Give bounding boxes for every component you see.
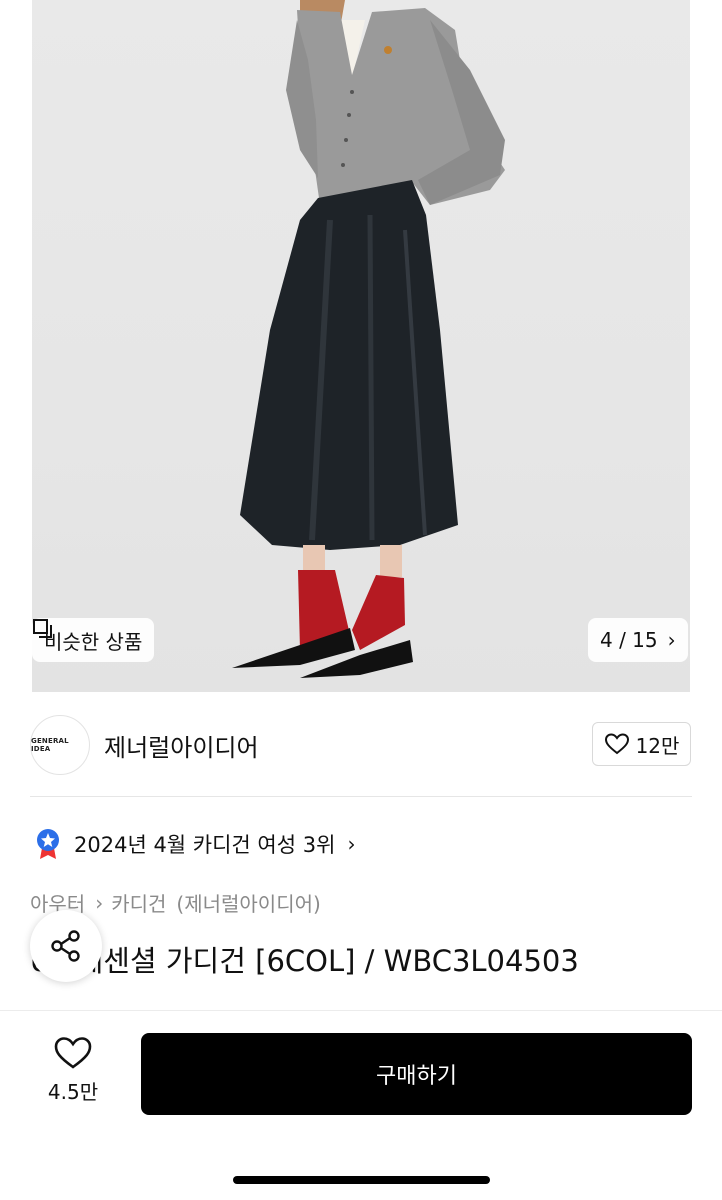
share-button[interactable] — [30, 910, 102, 982]
star-badge-icon — [37, 829, 59, 859]
ranking-text: 2024년 4월 카디건 여성 3위 — [74, 833, 336, 857]
share-icon — [51, 930, 80, 962]
brand-like-count: 12만 — [635, 733, 680, 758]
product-title-text: L 에센셜 가디건 [6COL] / WBC3L04503 — [51, 944, 579, 978]
breadcrumb-subcategory[interactable]: 카디건 — [111, 888, 166, 917]
divider — [30, 796, 692, 797]
chevron-right-icon: › — [347, 832, 356, 856]
bottom-bar-divider — [0, 1010, 722, 1011]
heart-icon — [54, 1037, 92, 1069]
wishlist-count: 4.5만 — [47, 1080, 99, 1104]
similar-products-icon — [33, 619, 52, 638]
chevron-right-icon: › — [667, 628, 676, 652]
image-page-indicator[interactable]: 4 / 15 › — [588, 618, 688, 662]
product-image[interactable]: 비슷한 상품 4 / 15 › — [0, 0, 722, 692]
wishlist-button[interactable]: 4.5만 — [30, 1036, 116, 1112]
chevron-right-icon: › — [95, 890, 104, 915]
brand-name[interactable]: 제너럴아이디어 — [104, 728, 259, 763]
product-title: UL 에센셜 가디건 [6COL] / WBC3L04503 — [30, 938, 579, 980]
page-counter: 4 / 15 — [600, 628, 658, 652]
brand-logo-text: GENERAL IDEA — [31, 737, 69, 753]
similar-products-button[interactable]: 비슷한 상품 — [32, 618, 155, 662]
product-photo-illustration — [232, 0, 505, 678]
brand-logo[interactable]: GENERAL IDEA — [30, 715, 90, 775]
heart-icon — [604, 733, 629, 755]
buy-button-label: 구매하기 — [376, 1064, 457, 1089]
brand-like-button[interactable]: 12만 — [592, 722, 691, 766]
breadcrumb-brand[interactable]: (제너럴아이디어) — [176, 888, 320, 917]
similar-products-label: 비슷한 상품 — [44, 629, 143, 654]
home-indicator[interactable] — [233, 1176, 490, 1184]
buy-button[interactable]: 구매하기 — [141, 1033, 692, 1115]
ranking-link[interactable]: 2024년 4월 카디건 여성 3위 › — [34, 828, 355, 860]
